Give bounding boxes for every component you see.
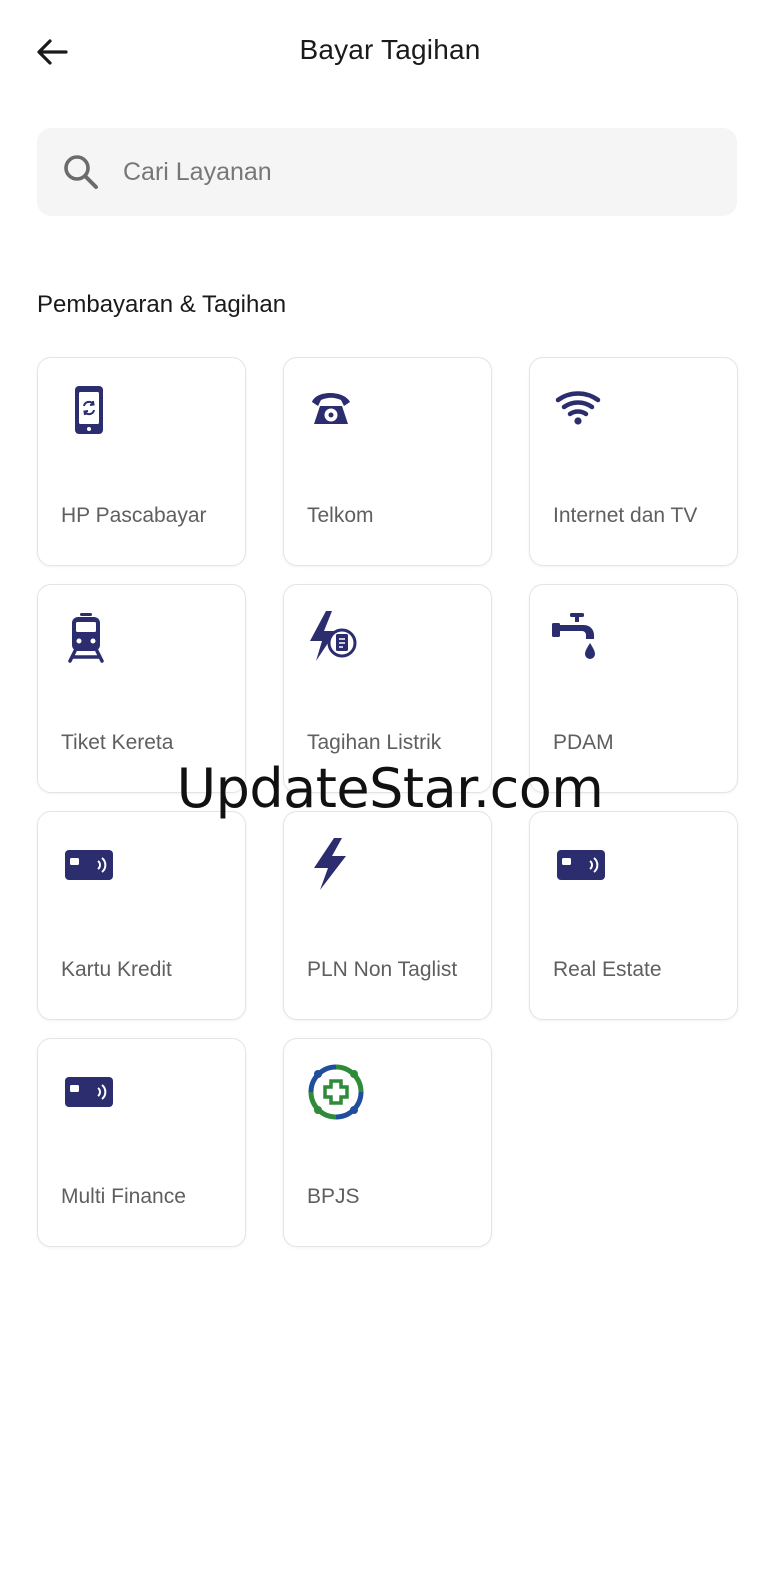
- watermark-text: UpdateStar.com: [176, 757, 604, 820]
- contactless-card-icon: [58, 1061, 122, 1125]
- service-tile-internet-tv[interactable]: Internet dan TV: [529, 357, 738, 566]
- contactless-card-icon: [58, 834, 122, 898]
- contactless-card-icon: [550, 834, 614, 898]
- service-label: Internet dan TV: [553, 504, 698, 527]
- service-label: PDAM: [553, 731, 614, 754]
- service-tile-kartu-kredit[interactable]: Kartu Kredit: [37, 811, 246, 1020]
- service-tile-multi-finance[interactable]: Multi Finance: [37, 1038, 246, 1247]
- service-label: PLN Non Taglist: [307, 958, 458, 981]
- service-tile-hp-pascabayar[interactable]: HP Pascabayar: [37, 357, 246, 566]
- phone-sync-icon: [58, 380, 122, 444]
- service-tile-telkom[interactable]: Telkom: [283, 357, 492, 566]
- service-label: Real Estate: [553, 958, 662, 981]
- service-label: Multi Finance: [61, 1185, 186, 1208]
- service-tile-bpjs[interactable]: BPJS: [283, 1038, 492, 1247]
- train-icon: [58, 607, 122, 671]
- service-label: Kartu Kredit: [61, 958, 172, 981]
- lightning-icon: [304, 834, 368, 898]
- service-label: Tiket Kereta: [61, 731, 174, 754]
- bpjs-logo-icon: [304, 1061, 368, 1125]
- service-label: HP Pascabayar: [61, 504, 207, 527]
- telephone-icon: [304, 380, 368, 444]
- search-bar[interactable]: [37, 128, 737, 216]
- section-title: Pembayaran & Tagihan: [37, 291, 287, 318]
- water-tap-icon: [550, 607, 614, 671]
- search-icon: [64, 155, 98, 189]
- service-tile-pln-non-taglist[interactable]: PLN Non Taglist: [283, 811, 492, 1020]
- search-input[interactable]: [123, 146, 703, 198]
- wifi-icon: [550, 380, 614, 444]
- app-header: Bayar Tagihan: [0, 0, 780, 100]
- service-label: Telkom: [307, 504, 374, 527]
- service-tile-real-estate[interactable]: Real Estate: [529, 811, 738, 1020]
- electric-bill-icon: [304, 607, 368, 671]
- page-title: Bayar Tagihan: [299, 34, 481, 65]
- service-label: BPJS: [307, 1185, 360, 1208]
- service-label: Tagihan Listrik: [307, 731, 442, 754]
